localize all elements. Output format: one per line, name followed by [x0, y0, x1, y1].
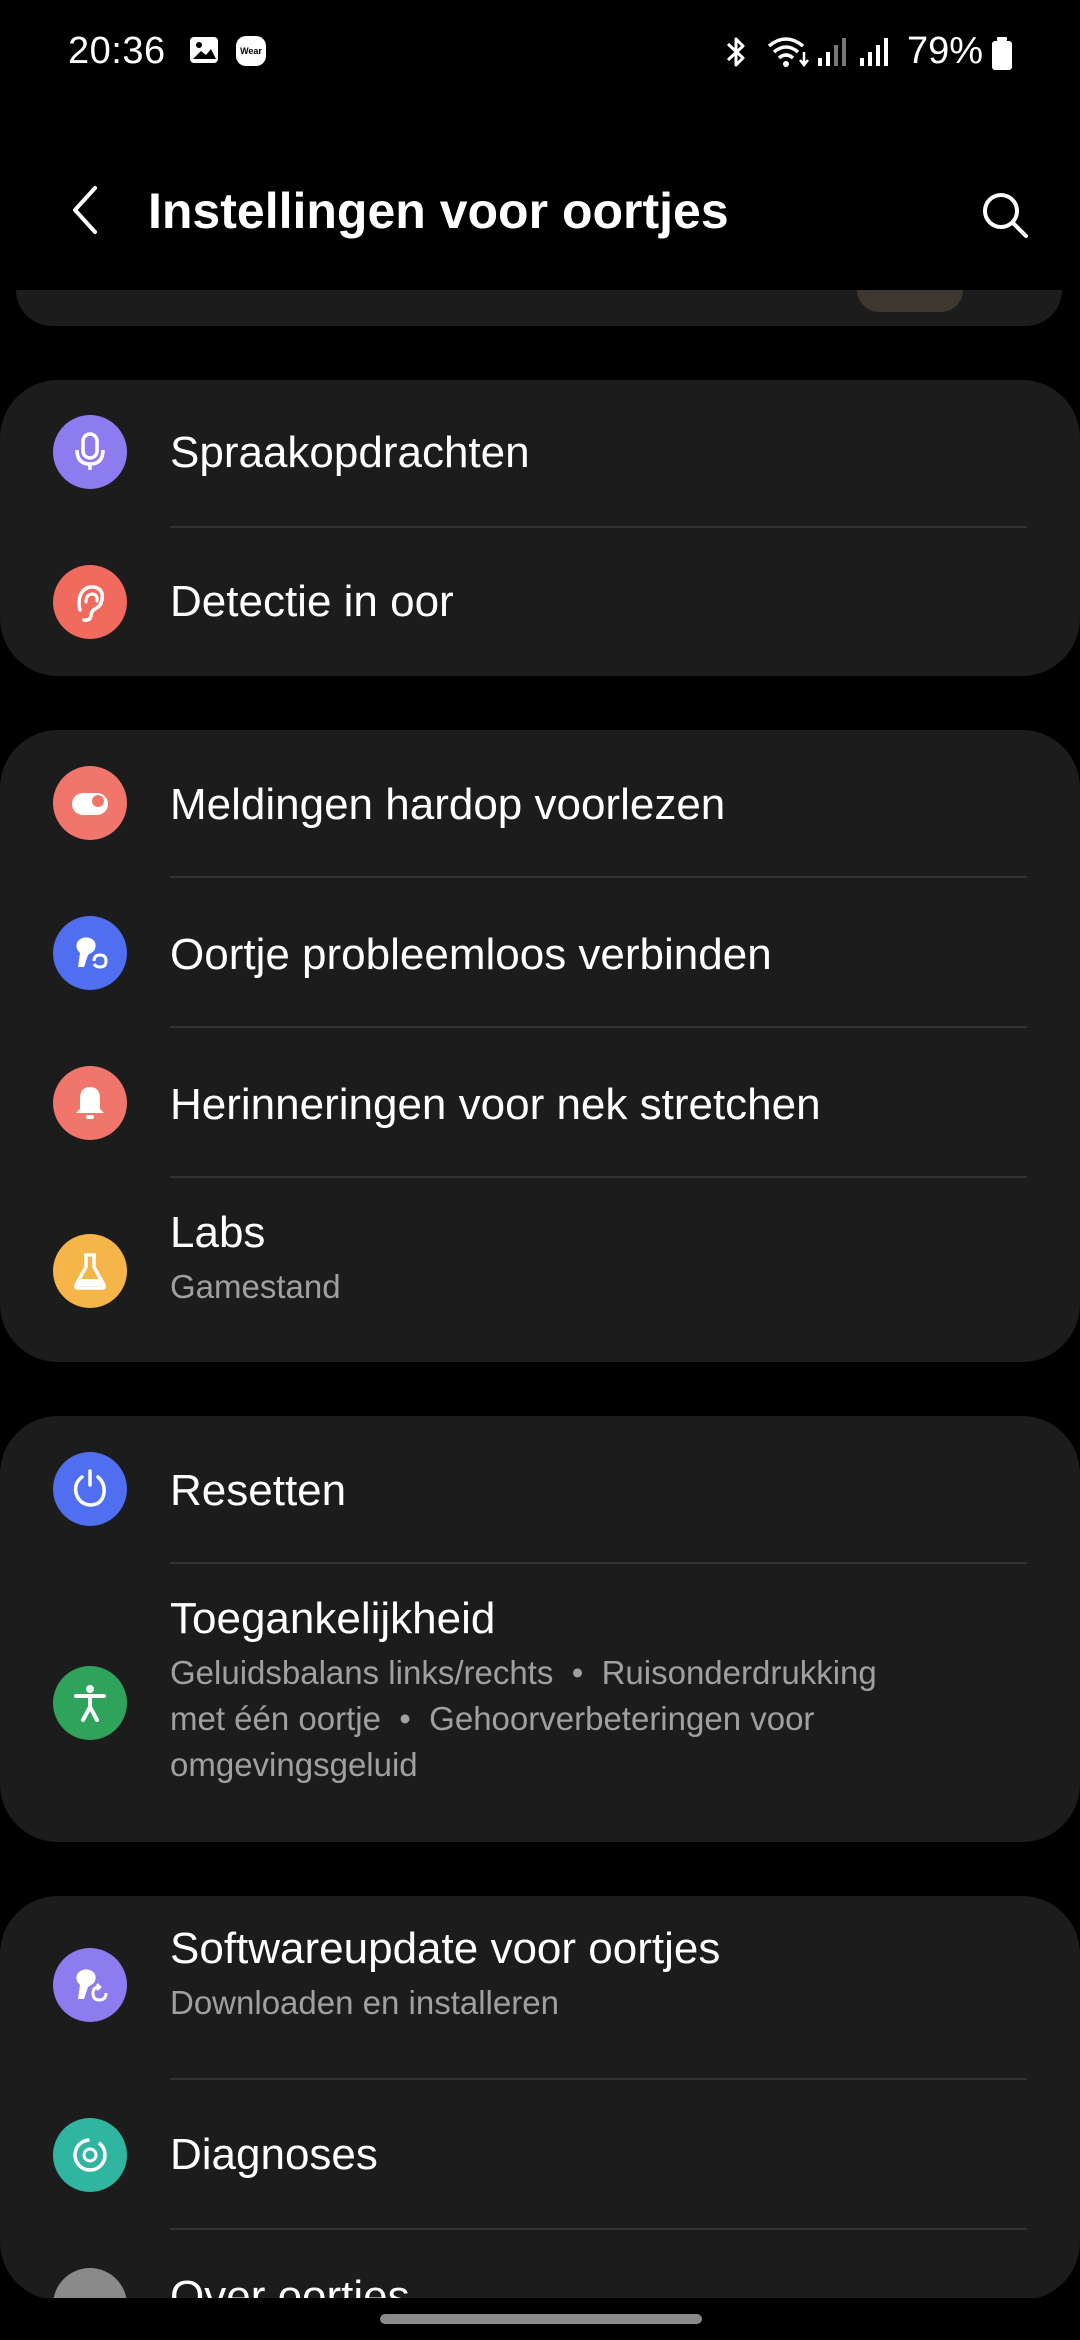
settings-item-label: Meldingen hardop voorlezen: [170, 780, 726, 829]
accessibility-icon: [53, 1666, 127, 1740]
settings-item-subtitle-line-2: met één oortje • Gehoorverbeteringen voo…: [170, 1700, 815, 1737]
ear-icon: [53, 565, 127, 639]
earbuds-image-edge: [857, 290, 963, 312]
bell-icon: [53, 1066, 127, 1140]
settings-item-read-notifications[interactable]: Meldingen hardop voorlezen: [0, 730, 1080, 878]
settings-item-reset[interactable]: Resetten: [0, 1416, 1080, 1564]
divider: [170, 1026, 1027, 1028]
settings-group-4: Softwareupdate voor oortjes Downloaden e…: [0, 1896, 1080, 2300]
back-arrow-icon: [73, 186, 97, 234]
info-icon: [53, 2268, 127, 2300]
settings-item-diagnostics[interactable]: Diagnoses: [0, 2080, 1080, 2230]
earbud-switch-icon: [53, 916, 127, 990]
settings-item-label: Resetten: [170, 1466, 347, 1515]
signal-icon: [816, 34, 850, 75]
reset-icon: [53, 1452, 127, 1526]
wear-icon: Wear: [236, 36, 266, 66]
signal-icon: [858, 34, 892, 75]
settings-item-label: Over oortjes: [170, 2272, 410, 2300]
app-bar-foreground: Instellingen voor oortjes: [0, 160, 1080, 260]
settings-item-label: Labs: [170, 1208, 266, 1257]
status-bar: 20:36 Wear 79%: [0, 0, 1080, 105]
bluetooth-icon: [722, 34, 750, 75]
page-title-foreground: Instellingen voor oortjes: [148, 183, 729, 239]
settings-item-voice-commands[interactable]: Spraakopdrachten: [0, 380, 1080, 530]
wifi-icon: [766, 34, 810, 75]
settings-item-label: Spraakopdrachten: [170, 428, 530, 477]
settings-item-subtitle-line-1: Geluidsbalans links/rechts • Ruisonderdr…: [170, 1654, 877, 1691]
settings-item-subtitle-line-3: omgevingsgeluid: [170, 1746, 418, 1783]
settings-item-label: Oortje probleemloos verbinden: [170, 930, 772, 979]
notification-icon: [53, 766, 127, 840]
settings-item-labs[interactable]: Labs Gamestand: [0, 1180, 1080, 1362]
microphone-icon: [53, 415, 127, 489]
divider: [170, 526, 1027, 528]
gallery-icon: [188, 34, 220, 71]
settings-item-subtitle: Gamestand: [170, 1268, 341, 1305]
flask-icon: [53, 1234, 127, 1308]
settings-group-1: Spraakopdrachten Detectie in oor: [0, 380, 1080, 676]
settings-item-software-update[interactable]: Softwareupdate voor oortjes Downloaden e…: [0, 1896, 1080, 2078]
search-button-foreground[interactable]: [970, 180, 1040, 250]
settings-group-3: Resetten Toegankelijkheid Geluidsbalans …: [0, 1416, 1080, 1842]
wear-label: Wear: [236, 36, 266, 66]
settings-item-label: Diagnoses: [170, 2130, 378, 2179]
settings-item-subtitle: Downloaden en installeren: [170, 1984, 559, 2021]
divider: [170, 876, 1027, 878]
settings-item-accessibility[interactable]: Toegankelijkheid Geluidsbalans links/rec…: [0, 1566, 1080, 1842]
settings-item-about-earbuds[interactable]: Over oortjes: [0, 2230, 1080, 2300]
diagnostics-icon: [53, 2118, 127, 2192]
settings-item-seamless-connection[interactable]: Oortje probleemloos verbinden: [0, 880, 1080, 1030]
settings-item-neck-stretch-reminders[interactable]: Herinneringen voor nek stretchen: [0, 1030, 1080, 1180]
settings-item-label: Toegankelijkheid: [170, 1594, 496, 1643]
battery-percentage: 79%: [906, 30, 983, 72]
settings-item-label: Detectie in oor: [170, 577, 454, 626]
gesture-handle[interactable]: [380, 2314, 702, 2324]
settings-item-label: Softwareupdate voor oortjes: [170, 1924, 721, 1973]
settings-item-in-ear-detection[interactable]: Detectie in oor: [0, 530, 1080, 676]
settings-group-2: Meldingen hardop voorlezen Oortje proble…: [0, 730, 1080, 1362]
search-icon: [983, 193, 1028, 238]
divider: [170, 1176, 1027, 1178]
divider: [170, 1562, 1027, 1564]
settings-item-label: Herinneringen voor nek stretchen: [170, 1080, 821, 1129]
status-time: 20:36: [68, 30, 166, 72]
battery-icon: [990, 36, 1014, 77]
software-update-icon: [53, 1948, 127, 2022]
back-button-foreground[interactable]: [55, 180, 115, 240]
